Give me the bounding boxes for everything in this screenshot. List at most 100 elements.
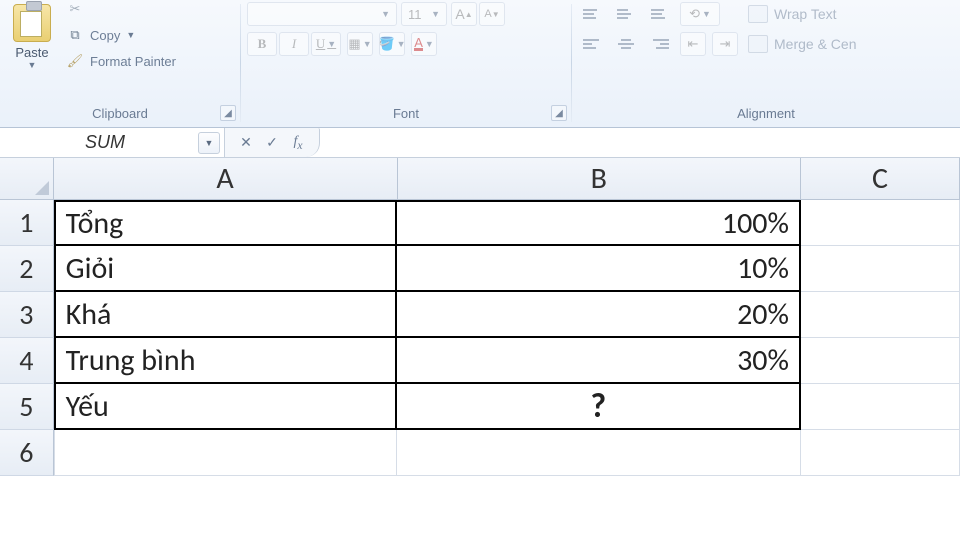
row-header[interactable]: 1 bbox=[0, 200, 54, 246]
cell-c6[interactable] bbox=[801, 430, 960, 476]
fx-icon: fx bbox=[293, 134, 302, 152]
align-left-button[interactable] bbox=[578, 33, 606, 55]
font-name-select[interactable]: ▼ bbox=[247, 2, 397, 26]
chevron-down-icon: ▼ bbox=[381, 9, 390, 19]
x-icon: ✕ bbox=[240, 134, 252, 151]
ribbon-group-clipboard: Paste ▼ ✂ Cut ⧉ Copy ▼ 🖌 Format Painter bbox=[0, 0, 240, 127]
name-box-value: SUM bbox=[85, 132, 125, 153]
wrap-text-icon bbox=[748, 5, 768, 23]
format-painter-button[interactable]: 🖌 Format Painter bbox=[66, 50, 176, 72]
group-title-alignment: Alignment bbox=[578, 104, 954, 127]
check-icon: ✓ bbox=[266, 134, 278, 151]
wrap-text-button[interactable]: Wrap Text bbox=[748, 2, 856, 26]
ribbon: Paste ▼ ✂ Cut ⧉ Copy ▼ 🖌 Format Painter bbox=[0, 0, 960, 128]
copy-label: Copy bbox=[90, 28, 120, 43]
chevron-down-icon[interactable]: ▼ bbox=[198, 132, 220, 154]
row-header[interactable]: 4 bbox=[0, 338, 54, 384]
chevron-down-icon: ▼ bbox=[363, 39, 372, 49]
chevron-down-icon: ▼ bbox=[327, 39, 336, 49]
cut-button[interactable]: ✂ Cut bbox=[66, 0, 176, 20]
column-header-c[interactable]: C bbox=[801, 158, 960, 199]
decrease-indent-button[interactable]: ⇤ bbox=[680, 32, 706, 56]
cell-a2[interactable]: Giỏi bbox=[54, 246, 398, 292]
dialog-launcher-icon[interactable]: ◢ bbox=[220, 105, 236, 121]
cell-b5[interactable]: ? bbox=[397, 384, 800, 430]
row-header[interactable]: 5 bbox=[0, 384, 54, 430]
cell-a6[interactable] bbox=[54, 430, 398, 476]
align-top-button[interactable] bbox=[578, 3, 606, 25]
orientation-icon: ⟲ bbox=[689, 6, 700, 22]
scissors-icon: ✂ bbox=[66, 0, 84, 18]
chevron-down-icon: ▼ bbox=[702, 9, 711, 19]
font-color-icon: A bbox=[414, 38, 423, 51]
chevron-down-icon: ▼ bbox=[431, 9, 440, 19]
paintbrush-icon: 🖌 bbox=[66, 52, 84, 70]
cell-a4[interactable]: Trung bình bbox=[54, 338, 398, 384]
cell-c1[interactable] bbox=[801, 200, 960, 246]
ribbon-group-alignment: ⟲▼ ⇤ ⇥ Wrap Text Merge & Cen bbox=[572, 0, 960, 127]
cell-c5[interactable] bbox=[801, 384, 960, 430]
row-header[interactable]: 3 bbox=[0, 292, 54, 338]
grid-rows: 1 Tổng 100% 2 Giỏi 10% 3 Khá 20% 4 Trung… bbox=[0, 200, 960, 476]
grow-font-button[interactable]: A▲ bbox=[451, 2, 477, 26]
cancel-formula-button[interactable]: ✕ bbox=[233, 132, 259, 154]
table-row: 6 bbox=[0, 430, 960, 476]
spreadsheet-grid: A B C 1 Tổng 100% 2 Giỏi 10% 3 Khá 20% 4… bbox=[0, 158, 960, 476]
table-row: 2 Giỏi 10% bbox=[0, 246, 960, 292]
name-box[interactable]: SUM ▼ bbox=[0, 128, 225, 158]
increase-indent-button[interactable]: ⇥ bbox=[712, 32, 738, 56]
cell-a5[interactable]: Yếu bbox=[54, 384, 398, 430]
merge-center-button[interactable]: Merge & Cen bbox=[748, 32, 856, 56]
group-title-font: Font bbox=[247, 104, 565, 127]
enter-formula-button[interactable]: ✓ bbox=[259, 132, 285, 154]
borders-button[interactable]: ▦▼ bbox=[347, 32, 373, 56]
outdent-icon: ⇤ bbox=[688, 36, 699, 52]
align-center-button[interactable] bbox=[612, 33, 640, 55]
font-color-button[interactable]: A▼ bbox=[411, 32, 437, 56]
font-size-value: 11 bbox=[408, 7, 422, 22]
orientation-button[interactable]: ⟲▼ bbox=[680, 2, 720, 26]
column-headers: A B C bbox=[0, 158, 960, 200]
ribbon-group-font: ▼ 11 ▼ A▲ A▼ B I bbox=[241, 0, 571, 127]
cell-c2[interactable] bbox=[801, 246, 960, 292]
row-header[interactable]: 6 bbox=[0, 430, 54, 476]
cell-b4[interactable]: 30% bbox=[397, 338, 800, 384]
paste-label: Paste bbox=[15, 45, 48, 60]
align-right-button[interactable] bbox=[646, 33, 674, 55]
cell-c4[interactable] bbox=[801, 338, 960, 384]
shrink-font-icon: A bbox=[484, 8, 491, 20]
align-middle-button[interactable] bbox=[612, 3, 640, 25]
cell-c3[interactable] bbox=[801, 292, 960, 338]
borders-icon: ▦ bbox=[348, 36, 360, 52]
cell-b1[interactable]: 100% bbox=[397, 200, 800, 246]
formula-input[interactable] bbox=[320, 128, 960, 157]
insert-function-button[interactable]: fx bbox=[285, 132, 311, 154]
chevron-down-icon: ▼ bbox=[126, 30, 135, 40]
format-painter-label: Format Painter bbox=[90, 54, 176, 69]
underline-button[interactable]: U▼ bbox=[311, 32, 341, 56]
copy-button[interactable]: ⧉ Copy ▼ bbox=[66, 24, 176, 46]
row-header[interactable]: 2 bbox=[0, 246, 54, 292]
select-all-corner[interactable] bbox=[0, 158, 54, 199]
bold-button[interactable]: B bbox=[247, 32, 277, 56]
group-title-clipboard: Clipboard bbox=[6, 104, 234, 127]
align-bottom-button[interactable] bbox=[646, 3, 674, 25]
cell-b6[interactable] bbox=[397, 430, 800, 476]
chevron-down-icon: ▼ bbox=[28, 60, 37, 70]
dialog-launcher-icon[interactable]: ◢ bbox=[551, 105, 567, 121]
font-size-select[interactable]: 11 ▼ bbox=[401, 2, 447, 26]
paste-button[interactable]: Paste ▼ bbox=[6, 2, 58, 72]
fill-color-button[interactable]: 🪣▼ bbox=[379, 32, 405, 56]
italic-button[interactable]: I bbox=[279, 32, 309, 56]
paste-icon bbox=[13, 4, 51, 42]
cell-b2[interactable]: 10% bbox=[397, 246, 800, 292]
column-header-b[interactable]: B bbox=[398, 158, 801, 199]
shrink-font-button[interactable]: A▼ bbox=[479, 2, 505, 26]
cell-a1[interactable]: Tổng bbox=[54, 200, 398, 246]
indent-icon: ⇥ bbox=[720, 36, 731, 52]
column-header-a[interactable]: A bbox=[54, 158, 398, 199]
cell-a3[interactable]: Khá bbox=[54, 292, 398, 338]
merge-icon bbox=[748, 35, 768, 53]
grow-font-icon: A bbox=[455, 6, 464, 22]
cell-b3[interactable]: 20% bbox=[397, 292, 800, 338]
